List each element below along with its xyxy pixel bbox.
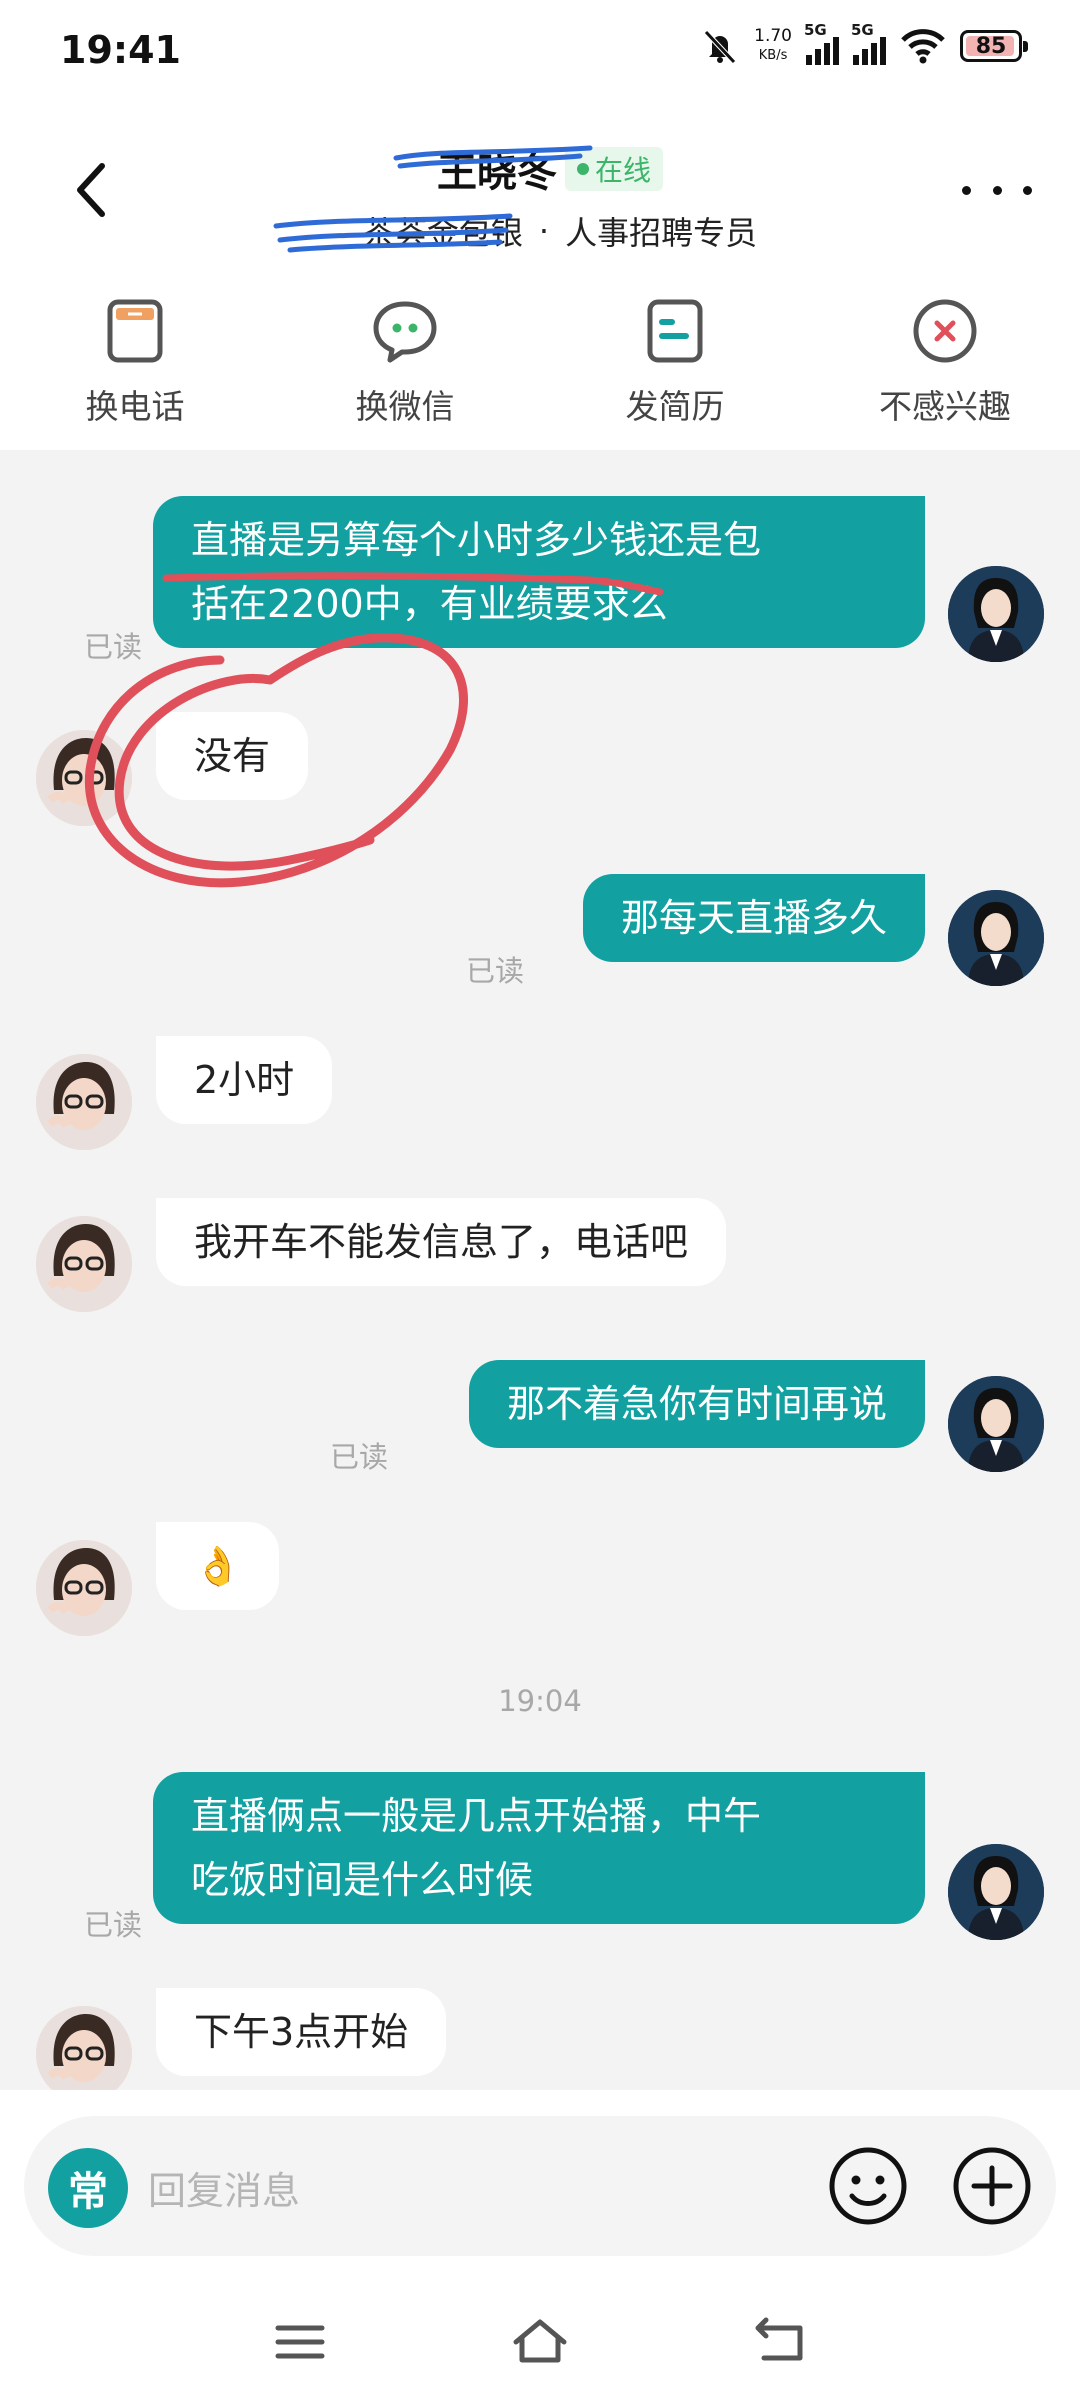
message-line: 直播俩点一般是几点开始播，中午 xyxy=(191,1794,762,1838)
message-bubble-sent[interactable]: 那每天直播多久 xyxy=(582,874,925,962)
message-bubble-received[interactable]: 下午3点开始 xyxy=(156,1988,447,2076)
job-title: 人事招聘专员 xyxy=(565,214,758,252)
my-avatar[interactable] xyxy=(948,890,1044,986)
message-timestamp: 19:04 xyxy=(498,1684,582,1718)
mute-bell-icon xyxy=(704,30,736,64)
read-receipt: 已读 xyxy=(330,1440,389,1474)
message-bubble-received[interactable]: 没有 xyxy=(156,712,309,800)
phone-swap-icon xyxy=(107,299,163,363)
user-avatar-icon xyxy=(948,566,1044,662)
status-bar: 19:41 1.70 KB/s 5G 5G 85 xyxy=(0,0,1080,100)
my-avatar[interactable] xyxy=(948,566,1044,662)
action-label: 换微信 xyxy=(355,387,455,426)
reply-field[interactable]: 常 回复消息 xyxy=(24,2116,1056,2256)
battery-icon: 85 xyxy=(960,30,1028,62)
message-line: 那每天直播多久 xyxy=(620,896,887,940)
signal-sim2-icon: 5G xyxy=(851,21,886,65)
message-line: 那不着急你有时间再说 xyxy=(506,1382,887,1426)
action-not-interested[interactable]: 不感兴趣 xyxy=(810,280,1080,450)
emoji-icon[interactable] xyxy=(824,2142,912,2230)
ok-hand-emoji: 👌 xyxy=(194,1544,242,1588)
online-label: 在线 xyxy=(594,154,651,187)
system-nav-bar xyxy=(0,2280,1080,2400)
contact-avatar-icon xyxy=(36,1540,132,1636)
read-receipt: 已读 xyxy=(84,630,143,664)
plus-icon[interactable] xyxy=(948,2142,1036,2230)
signal-sim1-icon: 5G xyxy=(804,21,839,65)
message-bubble-received[interactable]: 👌 xyxy=(156,1522,280,1610)
separator: · xyxy=(538,212,550,250)
contact-avatar-icon xyxy=(36,1054,132,1150)
sim2-label: 5G xyxy=(851,21,874,39)
message-line: 没有 xyxy=(194,734,271,778)
contact-avatar-icon xyxy=(36,2006,132,2090)
action-label: 换电话 xyxy=(85,387,185,426)
contact-avatar[interactable] xyxy=(36,1216,132,1312)
online-dot-icon xyxy=(576,163,589,175)
contact-name: 王晓冬 xyxy=(436,150,557,196)
user-avatar-icon xyxy=(948,1844,1044,1940)
quick-reply-button[interactable]: 常 xyxy=(48,2148,128,2228)
net-speed-value: 1.70 xyxy=(754,26,792,46)
message-line: 括在2200中，有业绩要求么 xyxy=(191,582,668,626)
menu-icon[interactable] xyxy=(270,2316,330,2368)
contact-avatar-icon xyxy=(36,730,132,826)
composer: 常 回复消息 xyxy=(0,2090,1080,2280)
action-swap-phone[interactable]: 换电话 xyxy=(0,280,270,450)
user-avatar-icon xyxy=(948,1376,1044,1472)
contact-info: 王晓冬 在线 茶荟金包银 · 人事招聘专员 xyxy=(0,140,1080,254)
message-line: 2小时 xyxy=(194,1058,295,1102)
status-time: 19:41 xyxy=(60,28,181,72)
my-avatar[interactable] xyxy=(948,1844,1044,1940)
sim1-label: 5G xyxy=(804,21,827,39)
message-line: 直播是另算每个小时多少钱还是包 xyxy=(191,518,762,562)
message-bubble-received[interactable]: 2小时 xyxy=(156,1036,333,1124)
wifi-icon xyxy=(901,29,945,64)
message-line: 下午3点开始 xyxy=(194,2010,409,2054)
quick-actions: 换电话 换微信 发简历 不感兴趣 xyxy=(0,280,1080,450)
contact-avatar[interactable] xyxy=(36,1540,132,1636)
action-swap-wechat[interactable]: 换微信 xyxy=(270,280,540,450)
reply-input[interactable]: 回复消息 xyxy=(148,2160,300,2215)
chat-header: 王晓冬 在线 茶荟金包银 · 人事招聘专员 xyxy=(0,100,1080,280)
action-label: 发简历 xyxy=(625,387,725,426)
user-avatar-icon xyxy=(948,890,1044,986)
my-avatar[interactable] xyxy=(948,1376,1044,1472)
message-bubble-sent[interactable]: 直播俩点一般是几点开始播，中午 吃饭时间是什么时候 xyxy=(153,1772,925,1924)
action-send-resume[interactable]: 发简历 xyxy=(540,280,810,450)
wechat-icon xyxy=(373,301,437,363)
message-bubble-sent[interactable]: 那不着急你有时间再说 xyxy=(468,1360,925,1448)
back-nav-icon[interactable] xyxy=(750,2316,810,2368)
message-list[interactable]: 直播是另算每个小时多少钱还是包 括在2200中，有业绩要求么 已读 没有 那每天… xyxy=(0,450,1080,2090)
message-bubble-received[interactable]: 我开车不能发信息了，电话吧 xyxy=(156,1198,727,1286)
network-speed: 1.70 KB/s xyxy=(754,26,792,66)
contact-avatar-icon xyxy=(36,1216,132,1312)
contact-avatar[interactable] xyxy=(36,2006,132,2090)
resume-icon xyxy=(647,299,703,363)
message-bubble-sent[interactable]: 直播是另算每个小时多少钱还是包 括在2200中，有业绩要求么 xyxy=(153,496,925,648)
contact-avatar[interactable] xyxy=(36,730,132,826)
message-line: 吃饭时间是什么时候 xyxy=(191,1858,534,1902)
not-interested-icon xyxy=(913,299,977,363)
home-icon[interactable] xyxy=(510,2316,570,2368)
more-options-icon[interactable] xyxy=(962,170,1032,210)
online-badge: 在线 xyxy=(564,147,663,191)
battery-level: 85 xyxy=(975,33,1007,59)
action-label: 不感兴趣 xyxy=(879,387,1011,426)
read-receipt: 已读 xyxy=(84,1908,143,1942)
message-line: 我开车不能发信息了，电话吧 xyxy=(194,1220,689,1264)
status-icons: 1.70 KB/s 5G 5G 85 xyxy=(700,21,1028,66)
read-receipt: 已读 xyxy=(466,954,525,988)
net-speed-unit: KB/s xyxy=(758,48,788,63)
contact-avatar[interactable] xyxy=(36,1054,132,1150)
company-name: 茶荟金包银 xyxy=(362,214,523,252)
